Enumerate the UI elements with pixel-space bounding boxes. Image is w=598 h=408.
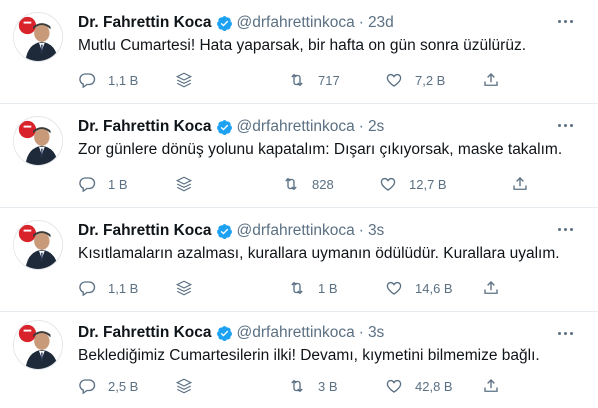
avatar[interactable]	[13, 12, 63, 62]
more-options-icon[interactable]	[558, 224, 578, 234]
tweet-actions: 1,1 B 717 7,2 B	[0, 70, 598, 90]
share-button[interactable]	[511, 174, 529, 194]
display-name[interactable]: Dr. Fahrettin Koca	[78, 118, 212, 136]
retweet-icon	[288, 279, 306, 297]
reply-count: 1 B	[108, 176, 128, 192]
tweet-actions: 1 B 828 12,7 B	[0, 174, 598, 194]
like-count: 7,2 B	[415, 72, 446, 88]
tweet[interactable]: Dr. Fahrettin Koca @drfahrettinkoca · 23…	[0, 0, 598, 104]
more-options-icon[interactable]	[558, 120, 578, 130]
like-button[interactable]: 14,6 B	[385, 278, 453, 298]
tweet-actions: 1,1 B 1 B 14,6 B	[0, 278, 598, 298]
separator-dot: ·	[358, 118, 364, 135]
display-name[interactable]: Dr. Fahrettin Koca	[78, 222, 212, 240]
display-name[interactable]: Dr. Fahrettin Koca	[78, 324, 212, 342]
heart-icon	[379, 175, 397, 193]
heart-icon	[385, 377, 403, 395]
tweet-header: Dr. Fahrettin Koca @drfahrettinkoca · 23…	[78, 12, 558, 34]
like-button[interactable]: 7,2 B	[385, 70, 445, 90]
retweet-icon	[288, 377, 306, 395]
retweet-button[interactable]: 1 B	[288, 278, 338, 298]
reply-button[interactable]: 1,1 B	[78, 278, 138, 298]
like-count: 42,8 B	[415, 378, 453, 394]
like-button[interactable]: 42,8 B	[385, 376, 453, 396]
reply-count: 1,1 B	[108, 72, 139, 88]
tweet-header: Dr. Fahrettin Koca @drfahrettinkoca · 2s	[78, 116, 558, 138]
tweet-header: Dr. Fahrettin Koca @drfahrettinkoca · 3s	[78, 322, 558, 344]
user-handle[interactable]: @drfahrettinkoca	[237, 222, 355, 240]
share-icon	[482, 377, 500, 395]
heart-icon	[385, 279, 403, 297]
verified-badge-icon	[216, 15, 233, 32]
tweet-actions: 2,5 B 3 B 42,8 B	[0, 376, 598, 396]
retweet-count: 3 B	[318, 378, 338, 394]
avatar[interactable]	[13, 220, 63, 270]
timestamp[interactable]: 2s	[368, 118, 384, 136]
reply-count: 1,1 B	[108, 280, 139, 296]
user-handle[interactable]: @drfahrettinkoca	[237, 14, 355, 32]
share-button[interactable]	[482, 70, 500, 90]
stack-button[interactable]	[175, 70, 193, 90]
verified-badge-icon	[216, 223, 233, 240]
retweet-count: 1 B	[318, 280, 338, 296]
more-options-icon[interactable]	[558, 16, 578, 26]
share-button[interactable]	[482, 278, 500, 298]
stack-icon	[175, 175, 193, 193]
tweet-text: Kısıtlamaların azalması, kurallara uyman…	[78, 245, 560, 262]
avatar[interactable]	[13, 320, 63, 370]
timestamp[interactable]: 3s	[368, 324, 384, 342]
retweet-button[interactable]: 3 B	[288, 376, 338, 396]
display-name[interactable]: Dr. Fahrettin Koca	[78, 14, 212, 32]
timestamp[interactable]: 3s	[368, 222, 384, 240]
retweet-button[interactable]: 828	[282, 174, 334, 194]
like-count: 14,6 B	[415, 280, 453, 296]
reply-button[interactable]: 1 B	[78, 174, 128, 194]
retweet-icon	[288, 71, 306, 89]
reply-button[interactable]: 2,5 B	[78, 376, 138, 396]
like-count: 12,7 B	[409, 176, 447, 192]
stack-button[interactable]	[175, 278, 193, 298]
stack-icon	[175, 377, 193, 395]
reply-count: 2,5 B	[108, 378, 139, 394]
tweet[interactable]: Dr. Fahrettin Koca @drfahrettinkoca · 3s…	[0, 312, 598, 408]
heart-icon	[385, 71, 403, 89]
user-handle[interactable]: @drfahrettinkoca	[237, 324, 355, 342]
retweet-button[interactable]: 717	[288, 70, 340, 90]
share-icon	[511, 175, 529, 193]
reply-button[interactable]: 1,1 B	[78, 70, 138, 90]
more-options-icon[interactable]	[558, 328, 578, 338]
retweet-count: 717	[318, 72, 340, 88]
stack-button[interactable]	[175, 376, 193, 396]
avatar[interactable]	[13, 116, 63, 166]
stack-icon	[175, 71, 193, 89]
separator-dot: ·	[358, 14, 364, 31]
tweet[interactable]: Dr. Fahrettin Koca @drfahrettinkoca · 3s…	[0, 208, 598, 312]
tweet-text: Beklediğimiz Cumartesilerin ilki! Devamı…	[78, 347, 540, 364]
tweet-text: Mutlu Cumartesi! Hata yaparsak, bir haft…	[78, 37, 527, 54]
separator-dot: ·	[358, 324, 364, 341]
user-handle[interactable]: @drfahrettinkoca	[237, 118, 355, 136]
verified-badge-icon	[216, 325, 233, 342]
tweet-feed: Dr. Fahrettin Koca @drfahrettinkoca · 23…	[0, 0, 598, 408]
tweet-text: Zor günlere dönüş yolunu kapatalım: Dışa…	[78, 141, 563, 158]
tweet[interactable]: Dr. Fahrettin Koca @drfahrettinkoca · 2s…	[0, 104, 598, 208]
reply-icon	[78, 71, 96, 89]
tweet-header: Dr. Fahrettin Koca @drfahrettinkoca · 3s	[78, 220, 558, 242]
stack-icon	[175, 279, 193, 297]
reply-icon	[78, 377, 96, 395]
verified-badge-icon	[216, 119, 233, 136]
reply-icon	[78, 175, 96, 193]
timestamp[interactable]: 23d	[368, 14, 394, 32]
share-icon	[482, 279, 500, 297]
retweet-count: 828	[312, 176, 334, 192]
retweet-icon	[282, 175, 300, 193]
reply-icon	[78, 279, 96, 297]
share-icon	[482, 71, 500, 89]
separator-dot: ·	[358, 222, 364, 239]
share-button[interactable]	[482, 376, 500, 396]
like-button[interactable]: 12,7 B	[379, 174, 447, 194]
stack-button[interactable]	[175, 174, 193, 194]
